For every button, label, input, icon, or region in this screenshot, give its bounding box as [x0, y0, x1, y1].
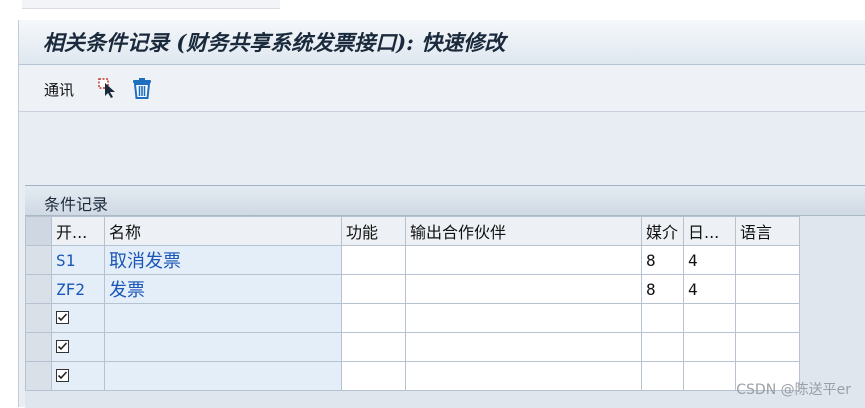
column-header-name[interactable]: 名称	[104, 216, 342, 246]
language-cell[interactable]	[735, 332, 800, 362]
medium-cell[interactable]	[641, 303, 684, 333]
table-row	[25, 361, 800, 391]
page-title: 相关条件记录 (财务共享系统发票接口): 快速修改	[43, 30, 506, 55]
function-cell[interactable]	[341, 303, 406, 333]
partner-cell[interactable]	[405, 332, 642, 362]
partner-cell[interactable]	[405, 361, 642, 391]
name-cell: 发票	[104, 274, 342, 304]
column-header-language[interactable]: 语言	[735, 216, 800, 246]
column-header-key[interactable]: 开...	[51, 216, 105, 246]
application-toolbar: 通讯	[19, 65, 865, 112]
column-header-date[interactable]: 日...	[683, 216, 736, 246]
output-type-cell[interactable]: ZF2	[51, 274, 105, 304]
date-cell[interactable]	[683, 332, 736, 362]
panel-header: 条件记录	[25, 186, 865, 216]
column-header-function[interactable]: 功能	[341, 216, 406, 246]
condition-records-table: 开... 名称 功能 输出合作伙伴 媒介 日... 语言 S1 取消发票 8 4…	[25, 216, 800, 391]
watermark: CSDN @陈送平er	[736, 382, 851, 398]
language-cell[interactable]	[735, 245, 800, 275]
medium-cell[interactable]	[641, 332, 684, 362]
table-header-row: 开... 名称 功能 输出合作伙伴 媒介 日... 语言	[25, 216, 800, 246]
medium-cell[interactable]: 8	[641, 245, 684, 275]
row-selector[interactable]	[25, 274, 52, 304]
select-all-cell[interactable]	[25, 216, 52, 246]
table-row: S1 取消发票 8 4	[25, 245, 800, 275]
name-cell	[104, 361, 342, 391]
sap-window: 相关条件记录 (财务共享系统发票接口): 快速修改 通讯 条件记录 开... 名…	[18, 20, 865, 408]
partner-cell[interactable]	[405, 245, 642, 275]
communicate-button[interactable]: 通讯	[44, 79, 74, 100]
partner-cell[interactable]	[405, 274, 642, 304]
table-row	[25, 332, 800, 362]
condition-records-panel: 条件记录 开... 名称 功能 输出合作伙伴 媒介 日... 语言 S1 取消发…	[25, 185, 865, 408]
name-cell	[104, 332, 342, 362]
table-row: ZF2 发票 8 4	[25, 274, 800, 304]
top-strip	[0, 0, 865, 20]
header-area	[19, 112, 865, 183]
language-cell[interactable]	[735, 303, 800, 333]
function-cell[interactable]	[341, 245, 406, 275]
output-type-cell[interactable]: S1	[51, 245, 105, 275]
select-icon[interactable]	[97, 76, 121, 100]
function-cell[interactable]	[341, 332, 406, 362]
language-cell[interactable]	[735, 274, 800, 304]
row-selector[interactable]	[25, 245, 52, 275]
date-cell[interactable]	[683, 303, 736, 333]
function-cell[interactable]	[341, 274, 406, 304]
checkbox-icon[interactable]	[56, 309, 69, 324]
function-cell[interactable]	[341, 361, 406, 391]
date-cell[interactable]	[683, 361, 736, 391]
date-cell[interactable]: 4	[683, 245, 736, 275]
title-bar: 相关条件记录 (财务共享系统发票接口): 快速修改	[19, 20, 865, 65]
date-cell[interactable]: 4	[683, 274, 736, 304]
row-selector[interactable]	[25, 303, 52, 333]
row-selector[interactable]	[25, 361, 52, 391]
output-type-cell[interactable]	[51, 332, 105, 362]
medium-cell[interactable]	[641, 361, 684, 391]
checkbox-icon[interactable]	[56, 338, 69, 353]
output-type-cell[interactable]	[51, 361, 105, 391]
name-cell	[104, 303, 342, 333]
column-header-medium[interactable]: 媒介	[641, 216, 684, 246]
column-header-partner[interactable]: 输出合作伙伴	[405, 216, 642, 246]
checkbox-icon[interactable]	[56, 367, 69, 382]
row-selector[interactable]	[25, 332, 52, 362]
trash-icon[interactable]	[130, 76, 154, 100]
table-row	[25, 303, 800, 333]
output-type-cell[interactable]	[51, 303, 105, 333]
name-cell: 取消发票	[104, 245, 342, 275]
top-tab-strip	[22, 0, 280, 9]
medium-cell[interactable]: 8	[641, 274, 684, 304]
panel-title: 条件记录	[44, 195, 109, 214]
partner-cell[interactable]	[405, 303, 642, 333]
